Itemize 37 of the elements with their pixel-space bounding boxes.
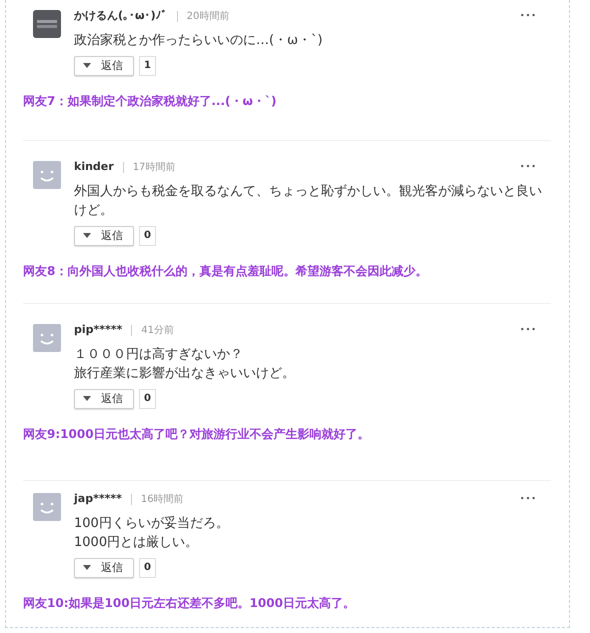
- more-menu-icon[interactable]: •••: [520, 10, 537, 22]
- smiley-avatar-icon: [33, 161, 61, 189]
- timestamp: 41分前: [141, 324, 174, 338]
- reply-count: 0: [139, 558, 156, 578]
- comment-text: １０００円は高すぎないか？: [74, 346, 244, 364]
- reply-button[interactable]: 返信: [74, 226, 134, 246]
- comment-text: 外国人からも税金を取るなんて、ちょっと恥ずかしい。観光客が減らないと良いけど。: [74, 182, 543, 220]
- comment-text: 旅行産業に影響が出なきゃいいけど。: [74, 364, 296, 382]
- reply-button[interactable]: 返信: [74, 388, 134, 408]
- comment-text: 1000円とは厳しい。: [74, 534, 200, 552]
- translation-text: 网友10:如果是100日元左右还差不多吧。1000日元太高了。: [23, 594, 356, 612]
- reply-button[interactable]: 返信: [74, 56, 134, 76]
- caret-icon: [83, 62, 91, 68]
- translation-text: 网友8：向外国人也收税什么的，真是有点羞耻呢。希望游客不会因此减少。: [23, 262, 428, 280]
- more-menu-icon[interactable]: •••: [520, 324, 537, 336]
- reply-button[interactable]: 返信: [74, 558, 134, 578]
- timestamp: 16時間前: [140, 492, 184, 507]
- reply-count: 0: [139, 388, 156, 408]
- caret-icon: [83, 232, 91, 238]
- reply-count: 0: [139, 226, 156, 246]
- timestamp: 17時間前: [132, 160, 176, 175]
- caret-icon: [83, 564, 91, 570]
- comment-text: 100円くらいが妥当だろ。: [74, 514, 230, 532]
- username: jap*****: [74, 491, 122, 507]
- smiley-avatar-icon: [33, 324, 61, 352]
- translation-text: 网友9:1000日元也太高了吧？对旅游行业不会产生影响就好了。: [23, 426, 371, 442]
- username: kinder: [74, 159, 114, 175]
- translation-text: 网友7：如果制定个政治家税就好了...(・ω・`): [23, 92, 278, 110]
- timestamp: 20時間前: [186, 10, 230, 24]
- more-menu-icon[interactable]: •••: [520, 493, 537, 506]
- username: かけるん(｡･ω･)ﾉﾞ: [74, 8, 168, 24]
- smiley-avatar-icon: [33, 493, 61, 521]
- caret-icon: [83, 396, 91, 401]
- username: pip*****: [74, 322, 122, 338]
- comment-text: 政治家税とか作ったらいいのに…(・ω・`): [74, 32, 324, 50]
- reply-count: 1: [139, 56, 156, 76]
- more-menu-icon[interactable]: •••: [520, 161, 537, 174]
